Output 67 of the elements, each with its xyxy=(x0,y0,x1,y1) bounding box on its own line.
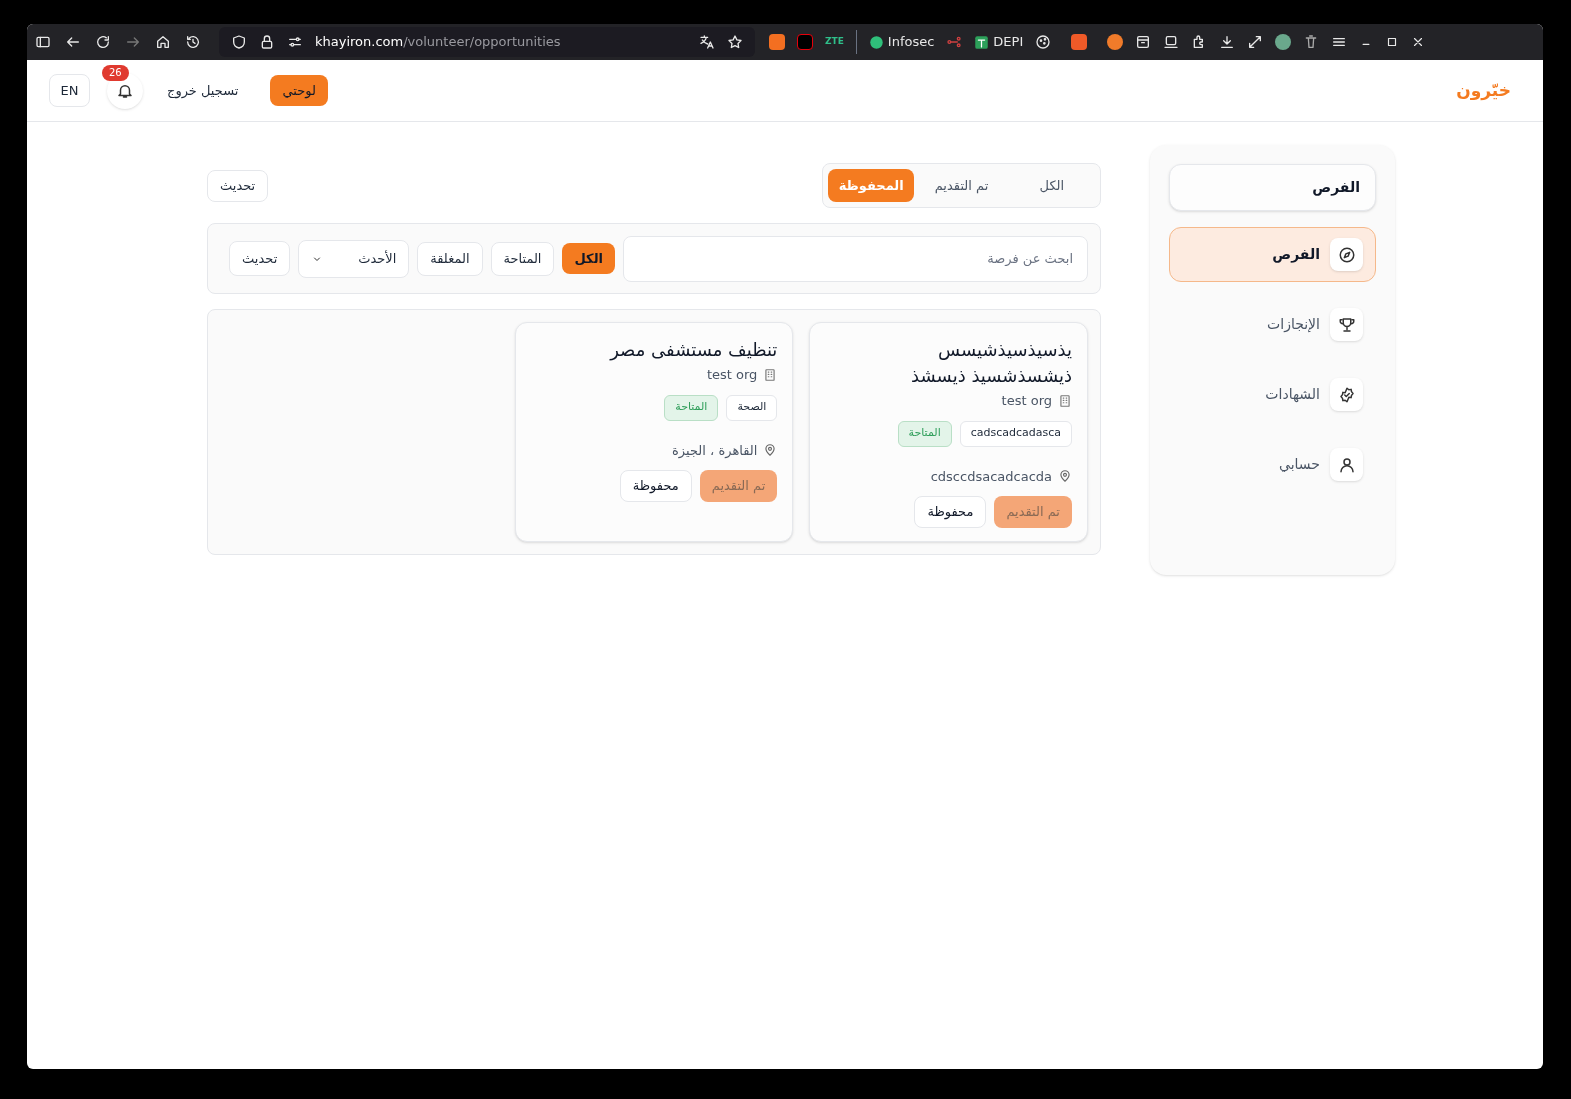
category-tag: cadscadcadasca xyxy=(959,420,1072,447)
notification-badge: 26 xyxy=(102,64,129,81)
compass-icon xyxy=(1337,245,1356,264)
circle-logo-icon xyxy=(868,34,884,50)
sidebar-item[interactable]: الشهادات xyxy=(1169,367,1376,422)
sidebar-item[interactable]: الفرص xyxy=(1169,227,1376,282)
avatar-icon[interactable] xyxy=(1275,34,1292,50)
status-tag: المتاحة xyxy=(664,394,719,421)
filter-button[interactable]: الكل xyxy=(562,243,615,274)
shield-icon xyxy=(231,34,247,50)
card-title: تنظيف مستشفى مصر xyxy=(610,338,778,363)
logout-link[interactable]: تسجيل خروج xyxy=(155,80,251,101)
download-icon[interactable] xyxy=(1219,34,1236,50)
filter-button[interactable]: المتاحة xyxy=(490,241,555,276)
saved-button[interactable]: محفوظة xyxy=(914,496,987,528)
lock-icon xyxy=(259,34,275,50)
star-icon[interactable] xyxy=(727,34,743,50)
status-tag: المتاحة xyxy=(897,420,952,447)
sidebar-toggle-icon[interactable] xyxy=(35,34,51,50)
user-icon xyxy=(1337,455,1356,474)
back-icon[interactable] xyxy=(65,34,81,50)
cookie-icon[interactable] xyxy=(1035,34,1052,50)
filter-button[interactable]: المغلقة xyxy=(417,241,483,276)
map-pin-icon xyxy=(763,443,778,458)
search-field[interactable]: ابحث عن فرصة xyxy=(623,235,1088,282)
extension-icon[interactable] xyxy=(1107,34,1124,50)
building-icon xyxy=(1058,393,1072,408)
square-logo-icon xyxy=(974,34,990,50)
sort-dropdown[interactable]: الأحدث xyxy=(298,239,410,278)
location-text: cdsccdsacadcacda xyxy=(930,467,1052,486)
refresh-button[interactable]: تحديث xyxy=(207,169,269,202)
address-bar[interactable]: khayiron.com/volunteer/opportunities xyxy=(219,27,755,57)
reload-icon[interactable] xyxy=(95,34,111,50)
archive-icon[interactable] xyxy=(1135,34,1152,50)
location-text: القاهرة ، الجيزة xyxy=(672,441,758,460)
language-button[interactable]: EN xyxy=(49,74,90,107)
laptop-icon[interactable] xyxy=(1163,34,1180,50)
sidebar-item[interactable]: حسابي xyxy=(1169,437,1376,492)
history-icon[interactable] xyxy=(185,34,201,50)
forward-icon[interactable] xyxy=(125,34,141,50)
map-pin-icon xyxy=(1058,469,1072,484)
saved-button[interactable]: محفوظة xyxy=(619,470,692,502)
badge-check-icon xyxy=(1337,385,1356,404)
organization-name: test org xyxy=(1001,392,1052,410)
bookmark-item[interactable]: DEPI xyxy=(974,32,1024,52)
share-nodes-icon[interactable] xyxy=(946,34,963,50)
tab[interactable]: تم التقديم xyxy=(918,169,1005,202)
sidebar-item[interactable]: الإنجازات xyxy=(1169,297,1376,352)
home-icon[interactable] xyxy=(155,34,171,50)
extension-label[interactable]: ZTE xyxy=(825,35,844,49)
organization-name: test org xyxy=(706,366,758,384)
extension-icon[interactable] xyxy=(769,34,785,50)
dashboard-button[interactable]: لوحتي xyxy=(270,75,328,106)
building-icon xyxy=(763,367,778,382)
expand-icon[interactable] xyxy=(1247,34,1264,50)
sliders-icon xyxy=(287,34,303,50)
extension-icon[interactable] xyxy=(797,34,813,50)
translate-icon[interactable] xyxy=(699,34,715,50)
url-text: khayiron.com/volunteer/opportunities xyxy=(315,33,562,52)
extension-icon[interactable] xyxy=(1071,34,1088,50)
sidebar-heading: الفرص xyxy=(1169,164,1376,211)
bookmark-item[interactable]: Infosec xyxy=(868,32,935,52)
trophy-icon xyxy=(1337,315,1356,334)
refresh-button[interactable]: تحديث xyxy=(229,241,291,276)
category-tag: الصحة xyxy=(726,394,778,421)
card-title: يذسيذسيذشيسس ذيشسذشسيذ ذيسشذ xyxy=(910,338,1072,388)
tab[interactable]: الكل xyxy=(1008,169,1095,202)
